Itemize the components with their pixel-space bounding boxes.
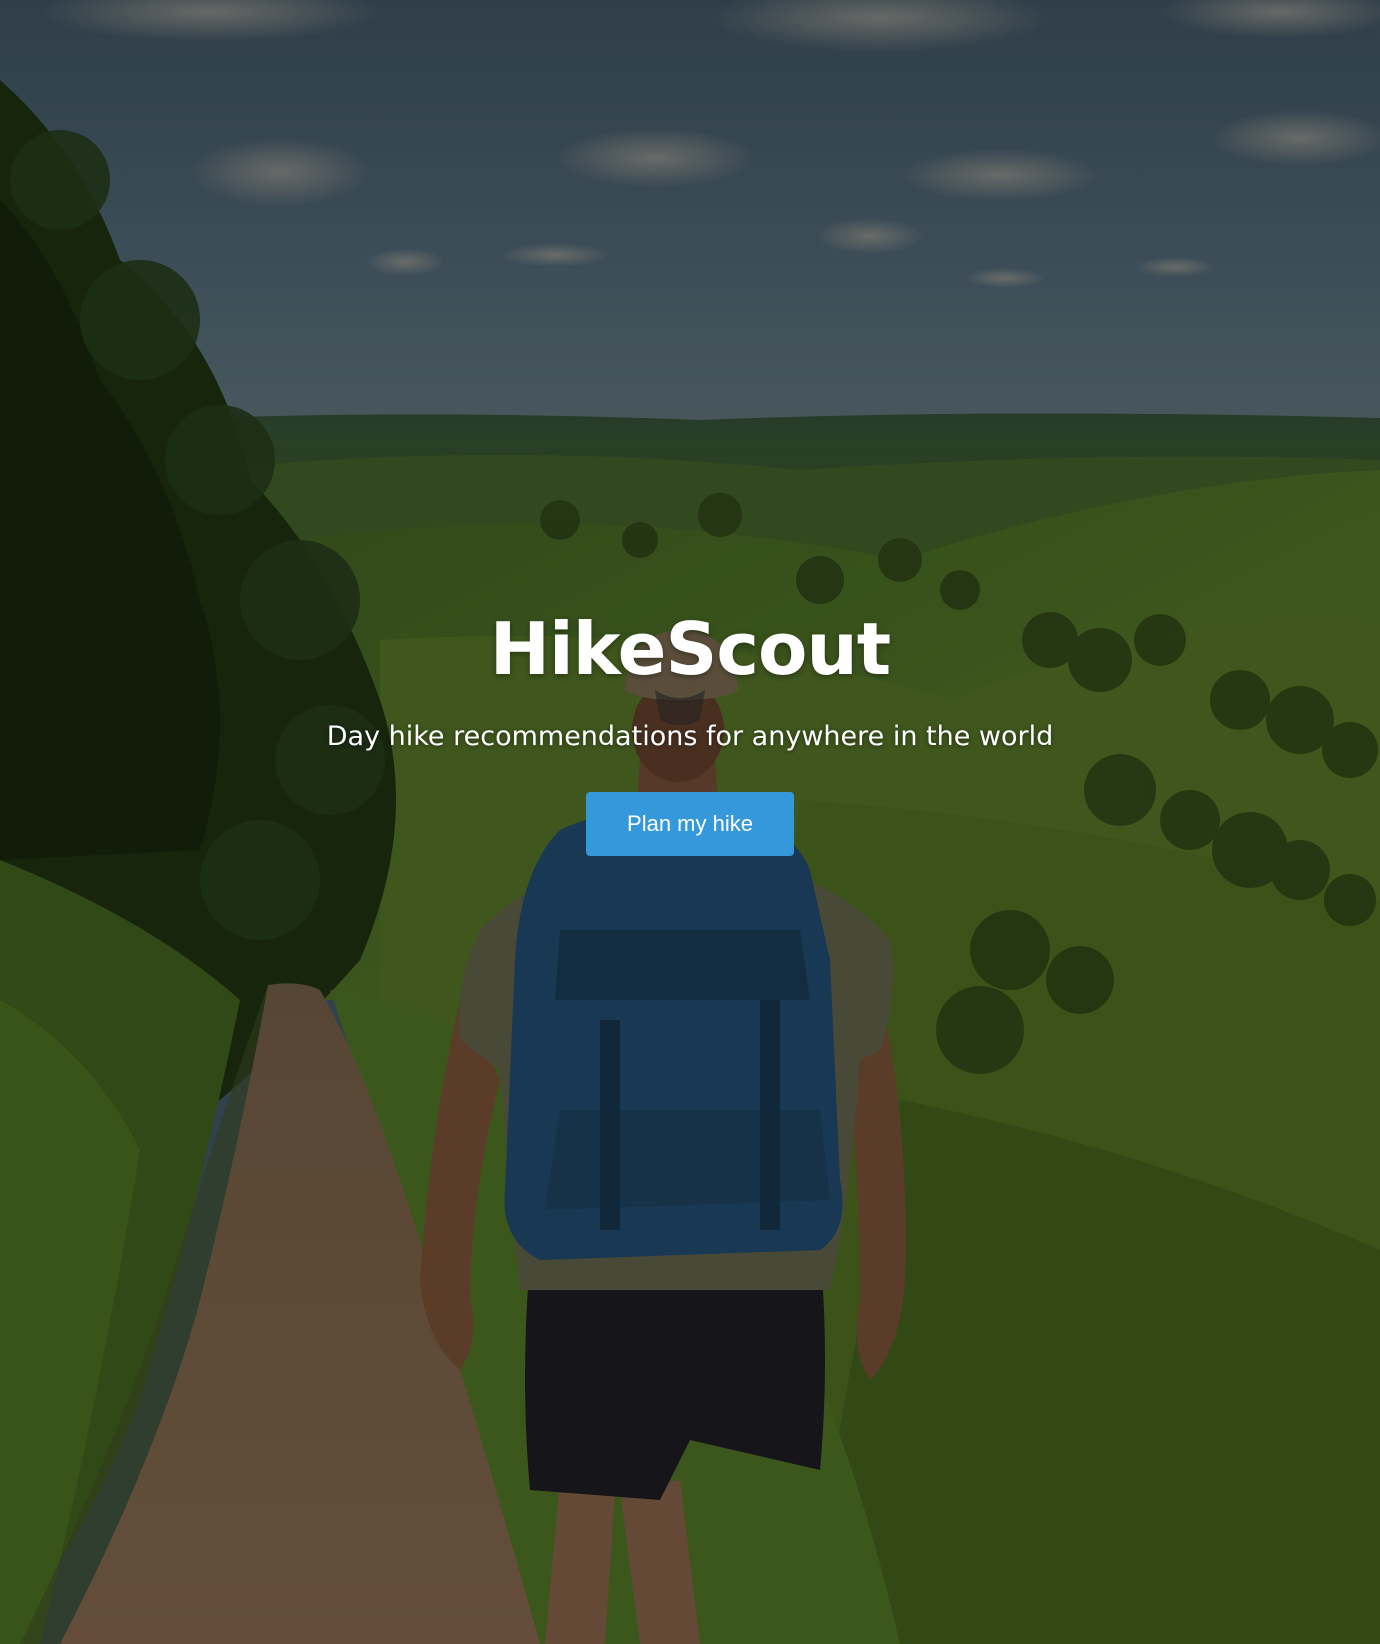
hero-content: HikeScout Day hike recommendations for a… [0,604,1380,856]
page-title: HikeScout [489,607,891,691]
hero-section: HikeScout Day hike recommendations for a… [0,0,1380,1644]
hero-subtitle: Day hike recommendations for anywhere in… [326,721,1054,752]
plan-my-hike-button[interactable]: Plan my hike [586,792,794,856]
